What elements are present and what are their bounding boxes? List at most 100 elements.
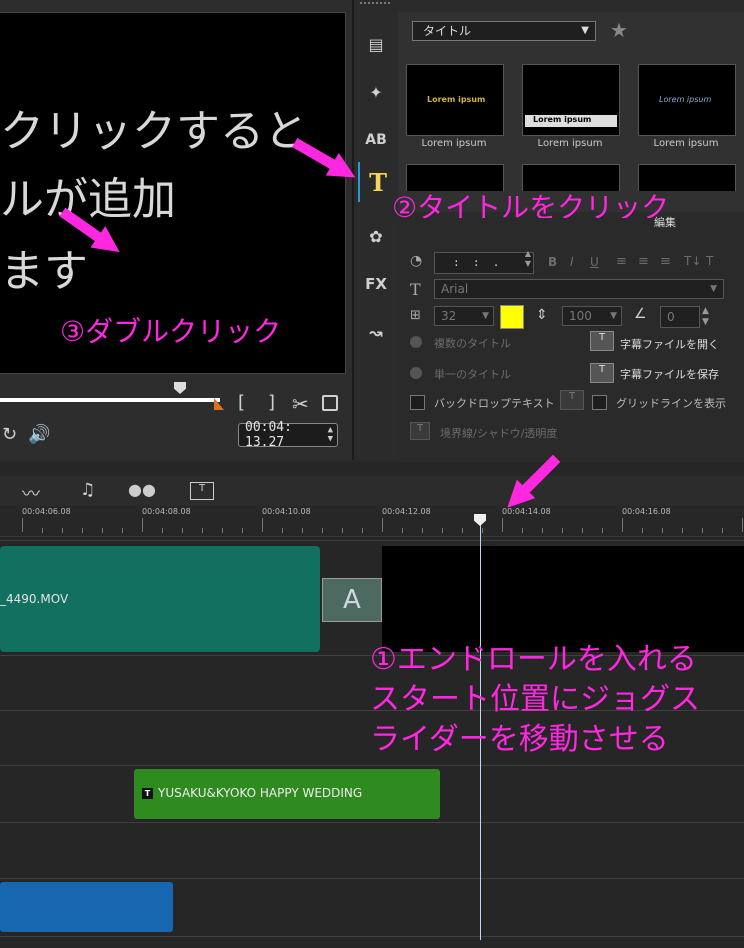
auto-music-icon[interactable]: ♫ bbox=[80, 480, 95, 500]
ruler-tick bbox=[42, 528, 43, 533]
duration-clock-icon: ◔ bbox=[410, 253, 423, 269]
edit-tab[interactable]: 編集 bbox=[654, 214, 676, 230]
volume-icon[interactable]: 🔊 bbox=[28, 424, 50, 445]
ruler-label: 00:04:10.08 bbox=[262, 507, 311, 516]
ruler-tick bbox=[102, 528, 103, 533]
underline-icon[interactable]: U bbox=[590, 255, 599, 269]
font-size-value: 32 bbox=[441, 309, 457, 323]
preview-screen[interactable]: クリックすると ルが追加 ます ③ダブルクリック bbox=[0, 12, 346, 374]
rotation-field[interactable]: 0 bbox=[660, 306, 700, 328]
transition-tab-icon[interactable]: AB bbox=[358, 122, 394, 158]
thumbnail-overlay-text: Lorem ipsum bbox=[659, 95, 712, 104]
ruler-tick bbox=[582, 528, 583, 533]
path-tab-icon[interactable]: ↝ bbox=[358, 314, 394, 350]
track-divider bbox=[0, 878, 744, 879]
ruler-tick bbox=[702, 528, 703, 533]
border-shadow-icon[interactable]: T bbox=[410, 422, 430, 440]
timecode-spinner-icon[interactable]: ▲ ▼ bbox=[328, 426, 333, 444]
track-divider bbox=[0, 765, 744, 766]
ruler-tick bbox=[242, 528, 243, 533]
library-category-dropdown[interactable]: タイトル ▼ bbox=[412, 21, 596, 41]
title-thumbnail-1[interactable]: Lorem ipsum bbox=[406, 64, 504, 136]
title-clip-name: YUSAKU&KYOKO HAPPY WEDDING bbox=[158, 786, 363, 800]
ruler-tick bbox=[442, 528, 443, 533]
border-shadow-button[interactable]: 境界線/シャドウ/透明度 bbox=[440, 425, 557, 441]
thumbnail-label-2: Lorem ipsum bbox=[537, 138, 603, 149]
font-select[interactable]: Arial ▼ bbox=[434, 279, 724, 299]
save-subtitle-icon[interactable]: T bbox=[590, 363, 614, 383]
align-left-icon[interactable]: ≡ bbox=[616, 254, 627, 269]
transition-clip[interactable]: A bbox=[322, 578, 382, 622]
title-clip[interactable]: T YUSAKU&KYOKO HAPPY WEDDING bbox=[134, 769, 440, 819]
ruler-tick bbox=[262, 518, 263, 532]
instant-project-tab-icon[interactable]: ✦ bbox=[358, 74, 394, 110]
overlay-clip[interactable] bbox=[0, 882, 173, 932]
motion-tracking-icon[interactable]: ●● bbox=[128, 480, 156, 499]
save-subtitle-button[interactable]: 字幕ファイルを保存 bbox=[620, 366, 719, 382]
backdrop-settings-icon[interactable]: T bbox=[560, 390, 584, 410]
title-thumbnail-2[interactable]: Lorem ipsum bbox=[522, 64, 620, 136]
open-subtitle-icon[interactable]: T bbox=[590, 331, 614, 351]
bold-icon[interactable]: B bbox=[548, 255, 557, 269]
ruler-label: 00:04:08.08 bbox=[142, 507, 191, 516]
mark-out-icon[interactable]: ] bbox=[268, 392, 275, 413]
ruler-tick bbox=[362, 528, 363, 533]
subtitle-editor-icon[interactable]: T bbox=[190, 482, 214, 500]
font-color-swatch[interactable] bbox=[500, 305, 524, 329]
ruler-tick bbox=[502, 518, 503, 532]
single-title-label: 単一のタイトル bbox=[434, 368, 511, 381]
ruler-tick bbox=[22, 518, 23, 532]
ruler-label: 00:04:16.08 bbox=[622, 507, 671, 516]
font-value: Arial bbox=[441, 282, 469, 296]
multi-title-radio[interactable] bbox=[410, 336, 422, 348]
backdrop-label: バックドロップテキスト bbox=[434, 397, 555, 410]
filter-tab-icon[interactable]: FX bbox=[358, 266, 394, 302]
thumbnail-label-3: Lorem ipsum bbox=[653, 138, 719, 149]
ruler-tick bbox=[602, 528, 603, 533]
track-divider bbox=[0, 540, 744, 541]
media-tab-icon[interactable]: ▤ bbox=[358, 26, 394, 62]
enlarge-preview-icon[interactable] bbox=[322, 395, 338, 411]
add-star-icon[interactable]: ★ bbox=[610, 18, 628, 42]
annotation-step1-line3: ライダーを移動させる bbox=[370, 722, 669, 757]
ruler-label: 00:04:12.08 bbox=[382, 507, 431, 516]
align-right-icon[interactable]: ≡ bbox=[660, 254, 671, 269]
vertical-text-icon[interactable]: T↓ bbox=[684, 254, 701, 268]
italic-icon[interactable]: I bbox=[570, 255, 574, 269]
annotation-step3: ③ダブルクリック bbox=[60, 315, 282, 348]
gridlines-checkbox[interactable] bbox=[592, 395, 607, 410]
duration-field[interactable]: : : . ▲ ▼ bbox=[434, 249, 534, 274]
graphic-tab-icon[interactable]: ✿ bbox=[358, 218, 394, 254]
align-center-icon[interactable]: ≡ bbox=[638, 254, 649, 269]
ruler-label: 00:04:14.08 bbox=[502, 507, 551, 516]
ruler-tick bbox=[322, 528, 323, 533]
scrub-bar[interactable] bbox=[0, 398, 220, 402]
backdrop-checkbox[interactable] bbox=[410, 395, 425, 410]
line-spacing-select[interactable]: 100 ▼ bbox=[562, 306, 622, 326]
title-thumbnail-3[interactable]: Lorem ipsum bbox=[638, 64, 736, 136]
timeline-toolbar: 〰 ♫ ●● T bbox=[0, 476, 744, 506]
video-clip[interactable]: _4490.MOV bbox=[0, 546, 320, 652]
ruler-tick bbox=[282, 528, 283, 533]
timecode-display[interactable]: 00:04: 13.27 ▲ ▼ bbox=[238, 420, 338, 450]
track-divider bbox=[0, 936, 744, 937]
split-clip-icon[interactable]: ✂ bbox=[292, 392, 309, 416]
dropdown-value: タイトル bbox=[423, 24, 472, 38]
text-direction-icon[interactable]: T bbox=[706, 254, 713, 268]
font-size-select[interactable]: 32 ▼ bbox=[434, 306, 494, 326]
audio-mixer-icon[interactable]: 〰 bbox=[22, 480, 40, 506]
ruler-tick bbox=[62, 528, 63, 533]
open-subtitle-button[interactable]: 字幕ファイルを開く bbox=[620, 336, 719, 352]
black-clip[interactable] bbox=[382, 546, 744, 652]
thumbnail-overlay-text: Lorem ipsum bbox=[533, 115, 592, 124]
rotation-spinner-icon[interactable]: ▲ ▼ bbox=[702, 306, 709, 328]
ruler-tick bbox=[222, 528, 223, 533]
annotation-step1-line1: ①エンドロールを入れる bbox=[370, 642, 697, 677]
panel-grip[interactable] bbox=[360, 2, 390, 9]
mark-in-icon[interactable]: [ bbox=[238, 392, 245, 413]
ruler-tick bbox=[722, 528, 723, 533]
repeat-icon[interactable]: ↻ bbox=[2, 424, 17, 445]
single-title-radio[interactable] bbox=[410, 367, 422, 379]
preview-text-line-3: ます bbox=[0, 246, 88, 297]
title-tab-icon[interactable]: T bbox=[358, 162, 396, 202]
